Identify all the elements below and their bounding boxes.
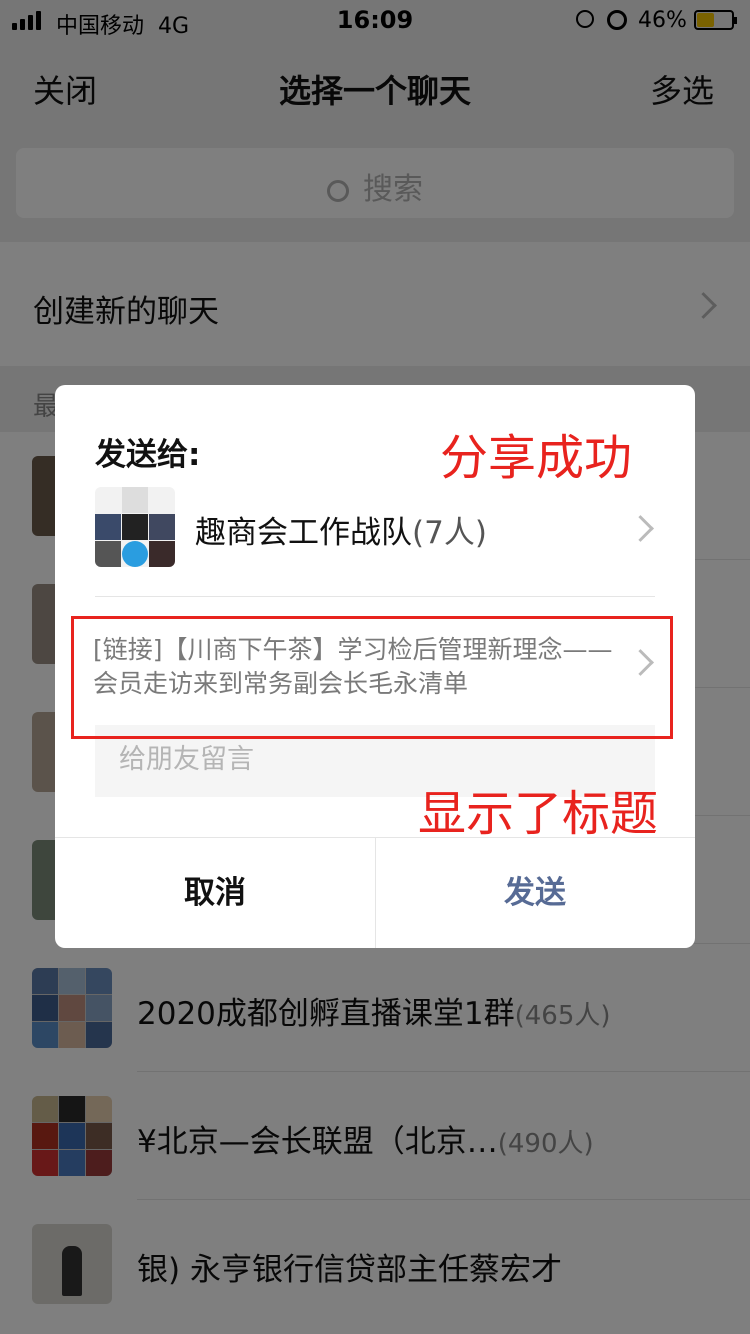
send-to-label: 发送给: [95,437,201,473]
dialog-buttons: 取消 发送 [55,837,695,948]
highlight-box [71,616,673,739]
send-button[interactable]: 发送 [375,838,695,948]
message-input[interactable] [117,743,641,776]
annotation-share-success: 分享成功 [440,430,633,486]
chevron-right-icon[interactable] [627,515,654,542]
group-name: 趣商会工作战队(7人) [195,515,487,551]
group-member-count: (7人) [412,515,487,551]
group-avatar [95,487,175,567]
annotation-title-shown: 显示了标题 [418,786,659,842]
cancel-button[interactable]: 取消 [55,838,376,948]
